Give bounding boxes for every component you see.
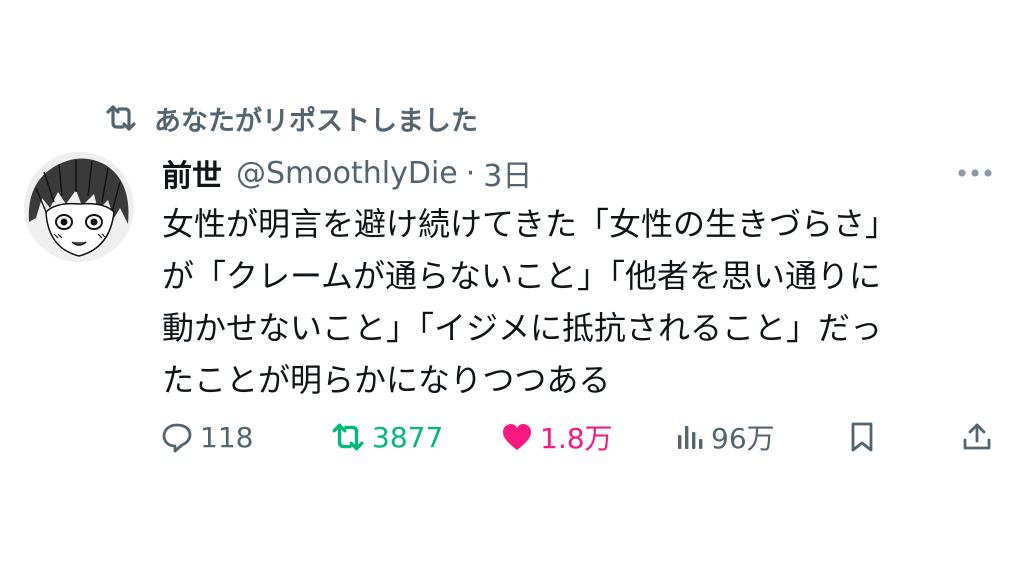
views-count: 96万: [711, 422, 775, 455]
post-header: 前世 @SmoothlyDie · 3日: [162, 150, 532, 196]
repost-banner: あなたがリポストしました: [104, 96, 478, 140]
repost-count: 3877: [372, 420, 444, 454]
repost-banner-text: あなたがリポストしました: [154, 105, 478, 137]
more-button[interactable]: [950, 158, 1000, 188]
action-bar: 118 3877 1.8万 96万: [160, 412, 1000, 462]
views-icon: [675, 422, 705, 452]
post-text-line: 動かせないこと」「イジメに抵抗されること」だっ: [162, 309, 883, 347]
bookmark-icon: [847, 420, 877, 454]
avatar[interactable]: [24, 152, 134, 262]
like-button[interactable]: 1.8万: [500, 412, 613, 462]
share-button[interactable]: [960, 412, 994, 462]
post-text: 女性が明言を避け続けてきた「女性の生きづらさ」 が「クレームが通らないこと」「他…: [162, 198, 1007, 406]
separator: ·: [465, 155, 476, 191]
author-handle[interactable]: @SmoothlyDie: [236, 156, 458, 191]
reply-icon: [160, 420, 194, 454]
post-text-line: たことが明らかになりつつある: [162, 361, 611, 399]
post-time[interactable]: 3日: [483, 151, 532, 195]
reply-count: 118: [200, 420, 254, 454]
bookmark-button[interactable]: [847, 412, 877, 462]
post-text-line: が「クレームが通らないこと」「他者を思い通りに: [162, 257, 882, 295]
repost-icon: [104, 103, 138, 133]
repost-icon: [330, 421, 366, 453]
post-text-line: 女性が明言を避け続けてきた「女性の生きづらさ」: [162, 205, 898, 243]
share-icon: [960, 420, 994, 454]
heart-icon: [500, 421, 534, 453]
more-icon: [950, 169, 1000, 192]
repost-button[interactable]: 3877: [330, 412, 443, 462]
author-display-name[interactable]: 前世: [162, 151, 222, 195]
like-count: 1.8万: [540, 422, 613, 455]
reply-button[interactable]: 118: [160, 412, 253, 462]
views-button[interactable]: 96万: [675, 412, 775, 462]
